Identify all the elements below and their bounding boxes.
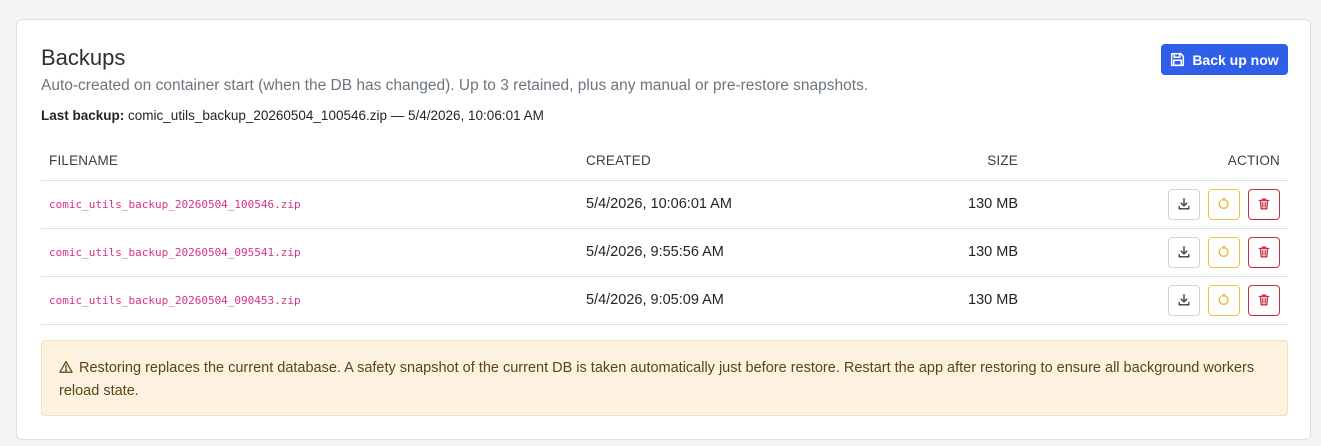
download-icon: [1177, 245, 1191, 259]
warning-triangle-icon: [59, 360, 73, 381]
back-up-now-button[interactable]: Back up now: [1161, 44, 1288, 75]
delete-button[interactable]: [1248, 188, 1280, 220]
last-backup-info: Last backup: comic_utils_backup_20260504…: [41, 107, 544, 125]
restore-icon: [1217, 245, 1231, 259]
backup-size: 130 MB: [898, 180, 1026, 229]
backup-created: 5/4/2026, 9:55:56 AM: [578, 228, 898, 277]
column-header-filename[interactable]: FILENAME: [41, 142, 578, 181]
page-title: Backups: [41, 45, 126, 70]
backup-filename: comic_utils_backup_20260504_095541.zip: [49, 246, 301, 259]
last-backup-value: comic_utils_backup_20260504_100546.zip —…: [128, 108, 544, 123]
download-icon: [1177, 293, 1191, 307]
backup-created: 5/4/2026, 9:05:09 AM: [578, 276, 898, 325]
backup-filename: comic_utils_backup_20260504_100546.zip: [49, 198, 301, 211]
row-actions: [1034, 188, 1280, 220]
restore-icon: [1217, 293, 1231, 307]
download-button[interactable]: [1168, 284, 1200, 316]
download-icon: [1177, 197, 1191, 211]
backups-table: FILENAME CREATED SIZE ACTION comic_utils…: [41, 142, 1288, 325]
table-row: comic_utils_backup_20260504_095541.zip 5…: [41, 228, 1288, 277]
download-button[interactable]: [1168, 188, 1200, 220]
trash-icon: [1257, 197, 1271, 211]
column-header-size[interactable]: SIZE: [898, 142, 1026, 181]
restore-button[interactable]: [1208, 236, 1240, 268]
backup-created: 5/4/2026, 10:06:01 AM: [578, 180, 898, 229]
restore-button[interactable]: [1208, 188, 1240, 220]
trash-icon: [1257, 245, 1271, 259]
back-up-now-label: Back up now: [1192, 51, 1279, 68]
delete-button[interactable]: [1248, 284, 1280, 316]
page-subtitle: Auto-created on container start (when th…: [41, 77, 869, 94]
table-row: comic_utils_backup_20260504_100546.zip 5…: [41, 180, 1288, 229]
backup-size: 130 MB: [898, 228, 1026, 277]
row-actions: [1034, 284, 1280, 316]
column-header-action: ACTION: [1026, 142, 1288, 181]
backup-filename: comic_utils_backup_20260504_090453.zip: [49, 294, 301, 307]
table-row: comic_utils_backup_20260504_090453.zip 5…: [41, 276, 1288, 325]
restore-warning-alert: Restoring replaces the current database.…: [41, 340, 1288, 416]
delete-button[interactable]: [1248, 236, 1280, 268]
save-icon: [1170, 52, 1185, 67]
restore-icon: [1217, 197, 1231, 211]
last-backup-label: Last backup:: [41, 108, 125, 123]
restore-button[interactable]: [1208, 284, 1240, 316]
trash-icon: [1257, 293, 1271, 307]
warning-text: Restoring replaces the current database.…: [59, 360, 1255, 399]
row-actions: [1034, 236, 1280, 268]
download-button[interactable]: [1168, 236, 1200, 268]
table-header-row: FILENAME CREATED SIZE ACTION: [41, 142, 1288, 181]
column-header-created[interactable]: CREATED: [578, 142, 898, 181]
backup-size: 130 MB: [898, 276, 1026, 325]
backups-card: Backups Auto-created on container start …: [16, 19, 1311, 440]
